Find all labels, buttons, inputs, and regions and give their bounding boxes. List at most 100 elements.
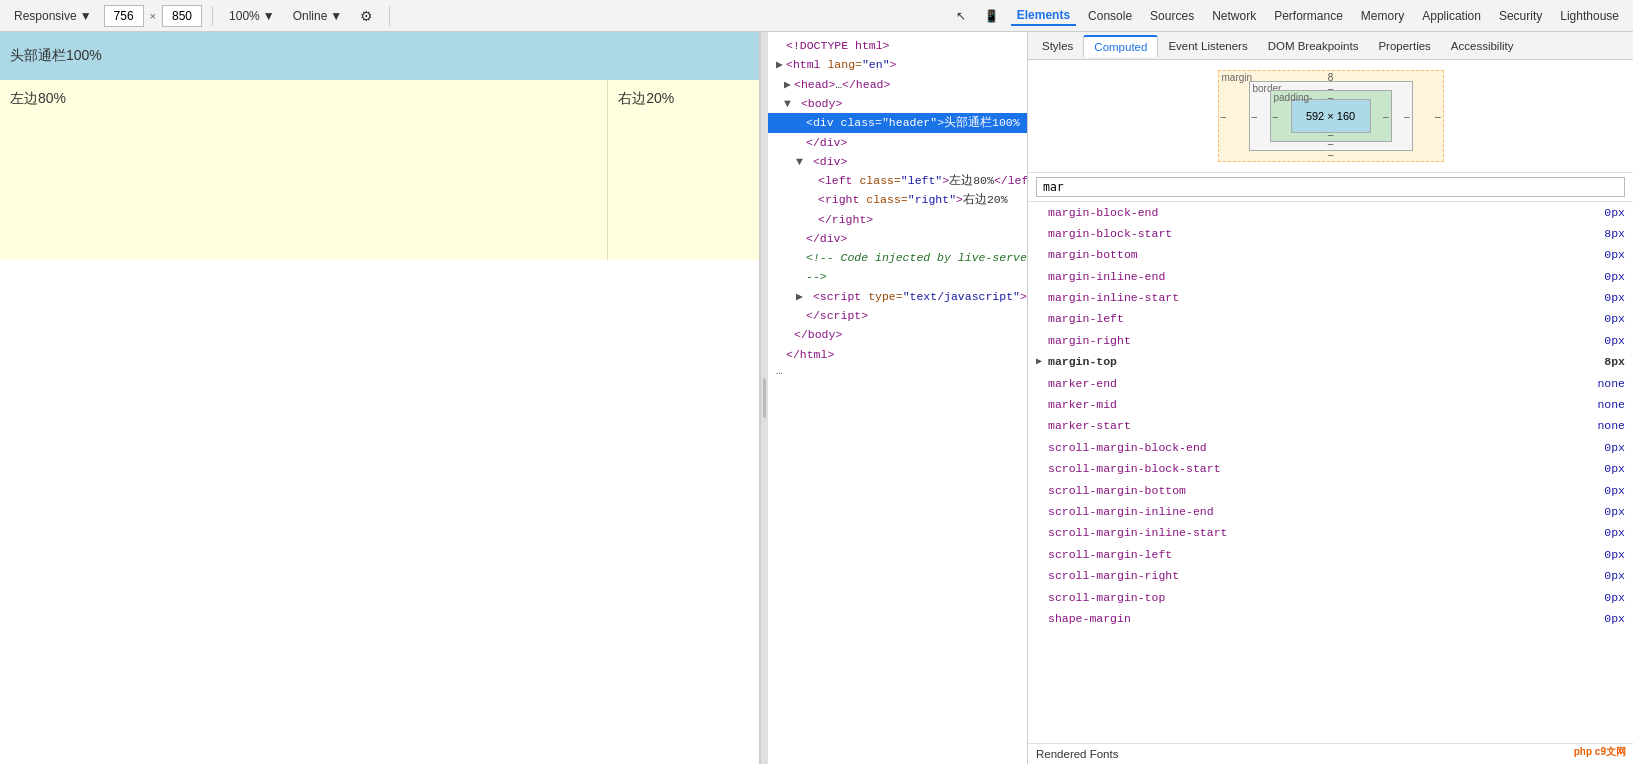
settings-icon-btn[interactable]: ⚙ (354, 6, 379, 26)
tab-computed[interactable]: Computed (1083, 35, 1158, 57)
computed-property-name: marker-start (1048, 417, 1575, 435)
watermark: php c9文网 (1571, 744, 1629, 760)
network-tab-top[interactable]: Network (1206, 7, 1262, 25)
computed-property-value: 0px (1575, 246, 1625, 264)
box-model: margin 8 – – – border – – – – (1218, 70, 1444, 162)
dom-header-div[interactable]: <div class="header">头部通栏100% (768, 113, 1027, 132)
devtools-body: <!DOCTYPE html> ▶<html lang="en"> ▶<head… (768, 32, 1633, 764)
dom-body-open[interactable]: ▼ <body> (768, 94, 1027, 113)
computed-property-value: 0px (1575, 589, 1625, 607)
computed-row: scroll-margin-inline-end0px (1028, 501, 1633, 522)
computed-row: margin-inline-end0px (1028, 266, 1633, 287)
dom-dots[interactable]: … (768, 364, 1027, 378)
responsive-dropdown[interactable]: Responsive ▼ (8, 7, 98, 25)
cursor-icon: ↖ (956, 9, 966, 23)
computed-property-value: 8px (1575, 225, 1625, 243)
preview-right: 右边20% (607, 80, 759, 260)
styles-tabs: Styles Computed Event Listeners DOM Brea… (1028, 32, 1633, 60)
triangle-body: ▼ (784, 95, 794, 112)
console-tab-top[interactable]: Console (1082, 7, 1138, 25)
triangle-html: ▶ (776, 56, 786, 73)
computed-row: margin-block-end0px (1028, 202, 1633, 223)
computed-property-value: 0px (1575, 310, 1625, 328)
tab-styles[interactable]: Styles (1032, 36, 1083, 56)
computed-property-name: scroll-margin-left (1048, 546, 1575, 564)
dom-header-close[interactable]: </div> (768, 133, 1027, 152)
rendered-fonts-section: Rendered Fonts (1028, 743, 1633, 764)
dom-script-close[interactable]: </script> (768, 306, 1027, 325)
computed-row: marker-midnone (1028, 395, 1633, 416)
dots-content: … (776, 365, 783, 377)
computed-row: scroll-margin-bottom0px (1028, 480, 1633, 501)
computed-property-name: marker-mid (1048, 396, 1575, 414)
network-label-top: Network (1212, 9, 1256, 23)
padding-left-val: – (1273, 111, 1279, 122)
computed-property-name: scroll-margin-top (1048, 589, 1575, 607)
computed-property-value: 0px (1575, 567, 1625, 585)
computed-property-name: margin-block-end (1048, 204, 1575, 222)
computed-property-name: scroll-margin-inline-end (1048, 503, 1575, 521)
dom-body-close[interactable]: </body> (768, 325, 1027, 344)
performance-tab-top[interactable]: Performance (1268, 7, 1349, 25)
computed-property-name: margin-bottom (1048, 246, 1575, 264)
computed-row: marker-endnone (1028, 373, 1633, 394)
width-input[interactable] (104, 5, 144, 27)
computed-property-name: margin-inline-end (1048, 268, 1575, 286)
computed-expand-icon[interactable]: ▶ (1036, 354, 1048, 370)
computed-property-value: 0px (1575, 503, 1625, 521)
tab-properties[interactable]: Properties (1368, 36, 1440, 56)
dom-head[interactable]: ▶<head>…</head> (768, 75, 1027, 95)
box-content: 592 × 160 (1291, 99, 1371, 133)
computed-row: shape-margin0px (1028, 608, 1633, 629)
tab-dom-breakpoints[interactable]: DOM Breakpoints (1258, 36, 1369, 56)
computed-property-name: marker-end (1048, 375, 1575, 393)
dom-comment-end[interactable]: --> (768, 267, 1027, 286)
dom-div2-close[interactable]: </div> (768, 229, 1027, 248)
dom-comment[interactable]: <!-- Code injected by live-server - (768, 248, 1027, 267)
tab-event-listeners[interactable]: Event Listeners (1158, 36, 1257, 56)
cursor-icon-btn[interactable]: ↖ (950, 7, 972, 25)
elements-tab-top[interactable]: Elements (1011, 6, 1076, 26)
computed-property-name: scroll-margin-block-end (1048, 439, 1575, 457)
computed-property-name: scroll-margin-bottom (1048, 482, 1575, 500)
left-text: 左边80% (10, 90, 66, 106)
computed-property-name: margin-left (1048, 310, 1575, 328)
resize-divider[interactable] (760, 32, 768, 764)
computed-row: scroll-margin-right0px (1028, 566, 1633, 587)
computed-row: scroll-margin-top0px (1028, 587, 1633, 608)
dom-doctype[interactable]: <!DOCTYPE html> (768, 36, 1027, 55)
security-label-top: Security (1499, 9, 1542, 23)
dom-panel[interactable]: <!DOCTYPE html> ▶<html lang="en"> ▶<head… (768, 32, 1028, 764)
dom-div2-open[interactable]: ▼ <div> (768, 152, 1027, 171)
responsive-arrow: ▼ (80, 9, 92, 23)
dom-left[interactable]: <left class="left">左边80%</left> (768, 171, 1027, 190)
computed-filter-input[interactable] (1036, 177, 1625, 197)
computed-row: scroll-margin-block-start0px (1028, 459, 1633, 480)
lighthouse-tab-top[interactable]: Lighthouse (1554, 7, 1625, 25)
main-toolbar: Responsive ▼ × 100% ▼ Online ▼ ⚙ ↖ 📱 Ele… (0, 0, 1633, 32)
computed-row: margin-right0px (1028, 330, 1633, 351)
zoom-dropdown[interactable]: 100% ▼ (223, 7, 281, 25)
memory-tab-top[interactable]: Memory (1355, 7, 1410, 25)
dom-html[interactable]: ▶<html lang="en"> (768, 55, 1027, 74)
dom-html-close[interactable]: </html> (768, 345, 1027, 364)
security-tab-top[interactable]: Security (1493, 7, 1548, 25)
application-tab-top[interactable]: Application (1416, 7, 1487, 25)
device-icon-btn[interactable]: 📱 (978, 7, 1005, 25)
computed-property-value: 8px (1575, 353, 1625, 371)
dom-right-close[interactable]: </right> (768, 210, 1027, 229)
border-left-val: – (1252, 111, 1258, 122)
sources-tab-top[interactable]: Sources (1144, 7, 1200, 25)
tab-accessibility[interactable]: Accessibility (1441, 36, 1524, 56)
online-dropdown[interactable]: Online ▼ (287, 7, 349, 25)
border-right-val: – (1404, 111, 1410, 122)
computed-property-value: 0px (1575, 204, 1625, 222)
dom-right-open[interactable]: <right class="right">右边20% (768, 190, 1027, 209)
preview-content: 头部通栏100% 左边80% 右边20% (0, 32, 759, 764)
computed-property-value: 0px (1575, 524, 1625, 542)
computed-property-name: margin-inline-start (1048, 289, 1575, 307)
dom-script[interactable]: ▶ <script type="text/javascript">… (768, 287, 1027, 307)
computed-property-value: 0px (1575, 439, 1625, 457)
height-input[interactable] (162, 5, 202, 27)
margin-left-val: – (1221, 111, 1227, 122)
